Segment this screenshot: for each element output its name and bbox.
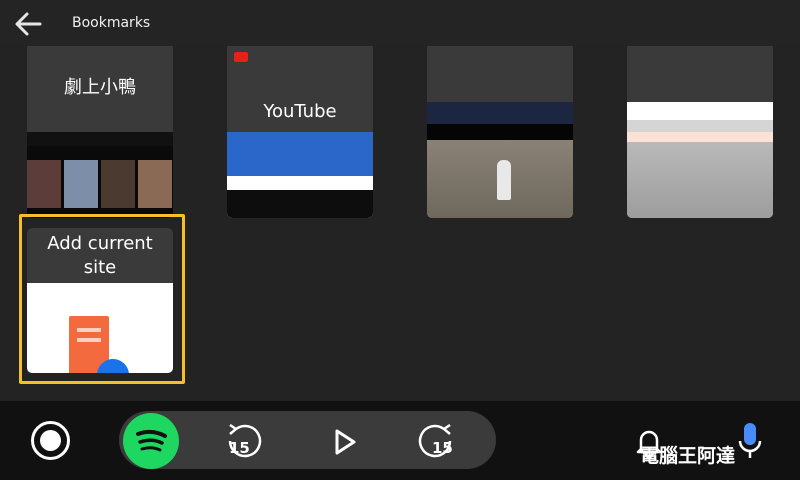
page-title: Bookmarks [72,15,151,31]
rewind-seconds: 15 [229,439,250,457]
add-current-label: site [83,257,117,278]
rewind-15-button[interactable]: 15 [222,423,262,461]
news-ticker [627,132,773,142]
bookmark-thumbnail [627,102,773,218]
bookmark-thumbnail [27,132,173,218]
person-figure [497,160,511,200]
poster-image [27,160,61,208]
document-line [77,338,101,342]
channel-banner [227,132,373,176]
poster-image [64,160,98,208]
thumbnail-toolbar [27,132,173,146]
add-document-icon [27,283,173,373]
add-current-site-button[interactable]: Add current site [27,228,173,373]
watermark-logo: 電腦王阿達 [640,445,736,467]
bottom-bar: 15 15 電腦王阿達 [0,401,800,480]
poster-image [101,160,135,208]
bookmark-thumbnail [427,102,573,218]
spotify-waves-icon [136,429,167,452]
bookmark-thumbnail [227,132,373,218]
bookmark-title: YouTube [263,101,337,122]
bookmark-title: 劇上小鴨 [64,77,136,98]
bookmark-card[interactable]: 劇上小鴨 [27,46,173,218]
add-current-label: Add current [47,233,153,254]
bookmark-card[interactable] [627,46,773,218]
document-line [77,328,101,332]
hero-image [627,142,773,218]
spotify-icon[interactable] [123,413,179,469]
bookmark-card[interactable]: YouTube [227,46,373,218]
youtube-logo-icon [234,52,248,62]
play-icon [335,429,356,455]
home-circle-icon[interactable] [31,421,70,460]
forward-15-button[interactable]: 15 [416,423,454,461]
site-header [427,102,573,124]
bookmark-card[interactable] [427,46,573,218]
bookmark-grid: 劇上小鴨 YouTube Add current site [0,46,800,400]
poster-image [138,160,172,208]
top-bar: Bookmarks [0,0,800,46]
play-button[interactable] [330,427,368,465]
forward-seconds: 15 [432,439,453,457]
site-nav [427,124,573,140]
arrow-left-icon[interactable] [12,8,44,40]
video-row [227,190,373,218]
site-header [627,102,773,120]
